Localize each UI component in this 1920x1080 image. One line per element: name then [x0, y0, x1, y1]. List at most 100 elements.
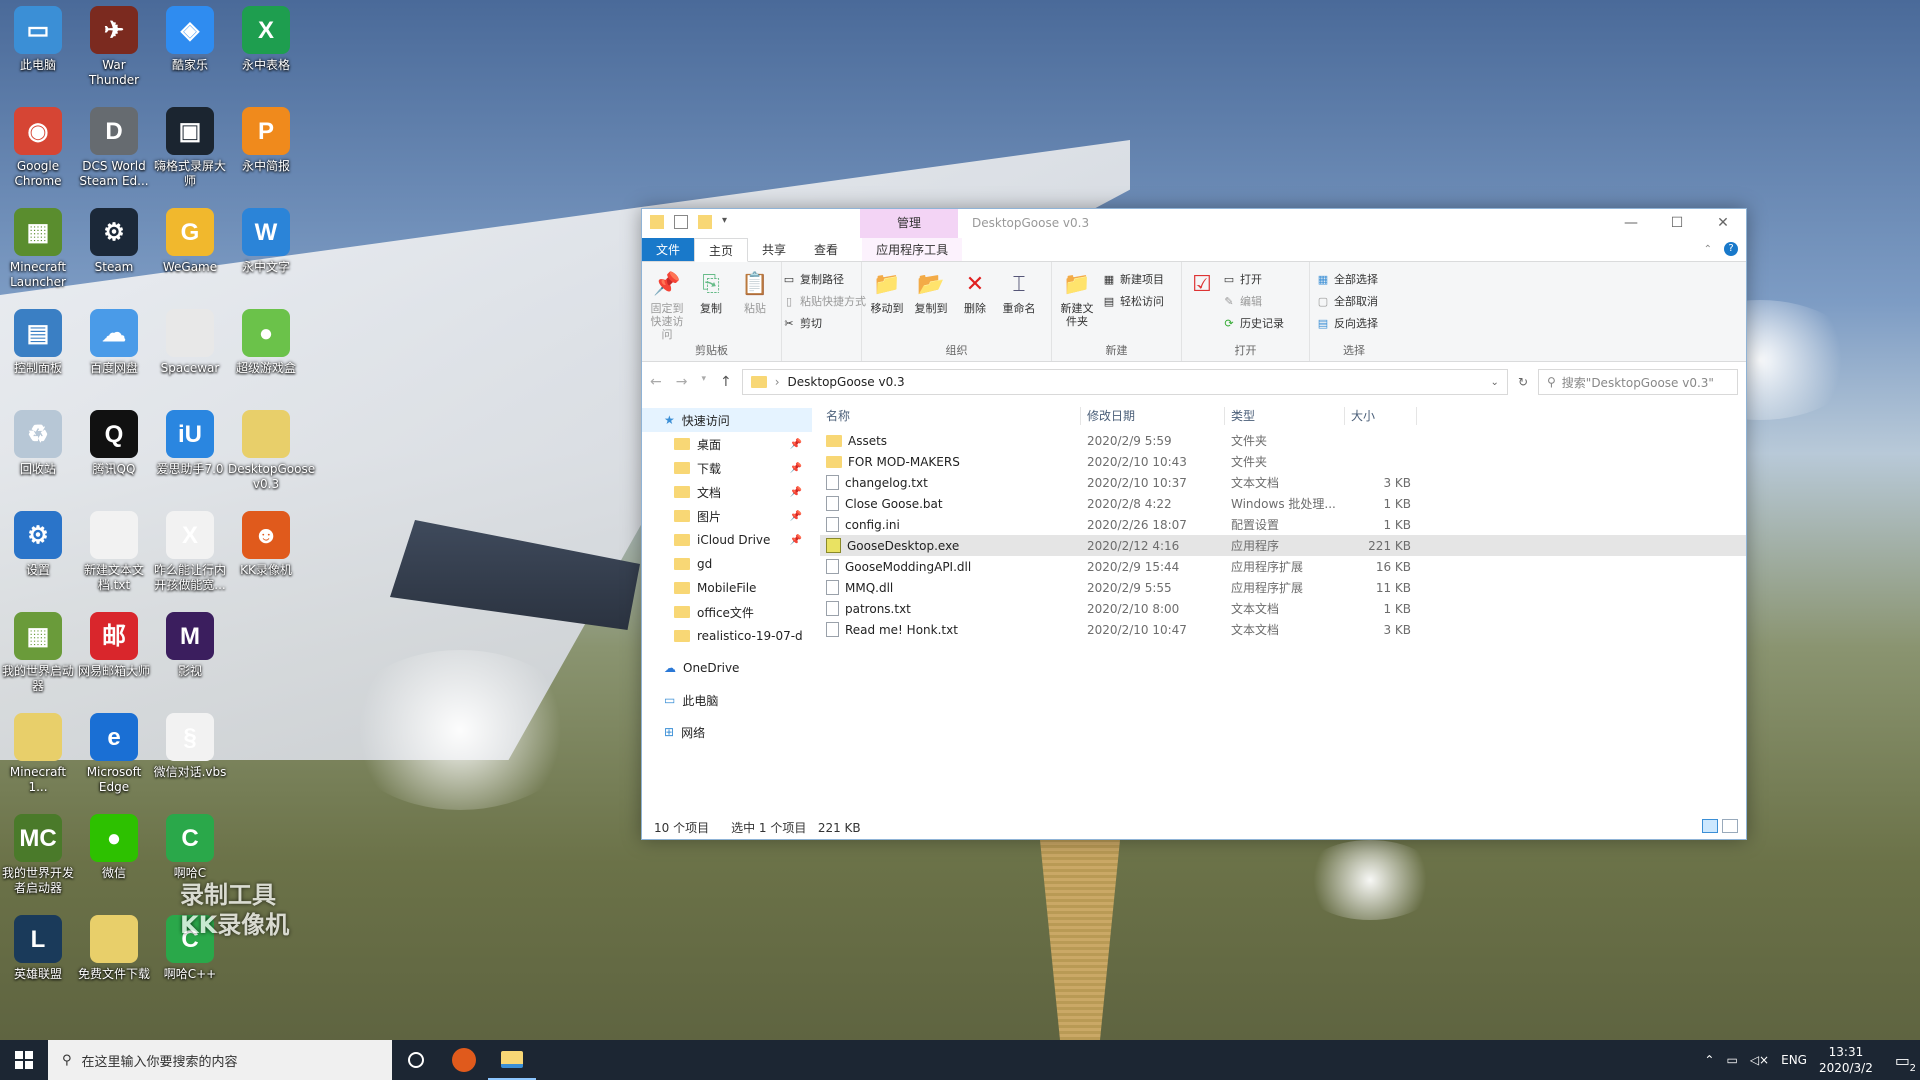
nav-item[interactable]: gd	[642, 552, 812, 576]
taskbar-file-explorer[interactable]	[488, 1040, 536, 1080]
desktop-icon[interactable]: ● 微信	[76, 814, 152, 881]
desktop-icon[interactable]: M 影视	[152, 612, 228, 679]
network-tray-icon[interactable]: ▭	[1726, 1053, 1737, 1067]
desktop-icon[interactable]: Q 腾讯QQ	[76, 410, 152, 477]
up-arrow-icon[interactable]: ↑	[720, 374, 732, 390]
recent-dropdown-icon[interactable]: ▾	[701, 374, 706, 390]
taskbar-search-input[interactable]: ⚲ 在这里输入你要搜索的内容	[48, 1040, 392, 1080]
breadcrumb-chevron-icon[interactable]: ›	[775, 375, 780, 389]
title-bar[interactable]: ▾ 管理 DesktopGoose v0.3 — ☐ ✕	[642, 209, 1746, 238]
breadcrumb-current[interactable]: DesktopGoose v0.3	[788, 375, 905, 389]
close-button[interactable]: ✕	[1700, 209, 1746, 238]
new-item-button[interactable]: ▦ 新建项目	[1102, 270, 1164, 288]
rename-button[interactable]: ⌶ 重命名	[1000, 268, 1038, 343]
nav-onedrive[interactable]: ☁ OneDrive	[642, 656, 812, 680]
explorer-window[interactable]: ▾ 管理 DesktopGoose v0.3 — ☐ ✕ 文件 主页 共享 查看…	[641, 208, 1747, 840]
copy-button[interactable]: ⎘ 复制	[692, 268, 730, 343]
file-row[interactable]: GooseModdingAPI.dll 2020/2/9 15:44 应用程序扩展 1…	[820, 556, 1746, 577]
pin-icon[interactable]: 📌	[790, 487, 802, 498]
move-to-button[interactable]: 📁 移动到	[868, 268, 906, 343]
column-type[interactable]: 类型	[1225, 407, 1345, 425]
tab-view[interactable]: 查看	[800, 238, 852, 261]
desktop-icon[interactable]: 免费文件下载	[76, 915, 152, 982]
pin-icon[interactable]: 📌	[790, 463, 802, 474]
start-button[interactable]	[0, 1040, 48, 1080]
copy-path-button[interactable]: ▭ 复制路径	[782, 270, 866, 288]
desktop-icon[interactable]	[228, 814, 304, 866]
copy-to-button[interactable]: 📂 复制到	[912, 268, 950, 343]
file-row[interactable]: Assets 2020/2/9 5:59 文件夹	[820, 430, 1746, 451]
help-icon[interactable]: ?	[1724, 242, 1738, 256]
desktop-icon[interactable]: Spacewar	[152, 309, 228, 376]
desktop-icon[interactable]: ☁ 百度网盘	[76, 309, 152, 376]
minimize-button[interactable]: —	[1608, 209, 1654, 238]
file-row[interactable]: Read me! Honk.txt 2020/2/10 10:47 文本文档 3 KB	[820, 619, 1746, 640]
tab-share[interactable]: 共享	[748, 238, 800, 261]
back-arrow-icon[interactable]: ←	[650, 374, 662, 390]
taskbar-kk-recorder[interactable]	[440, 1040, 488, 1080]
desktop-icon[interactable]: ◉ Google Chrome	[0, 107, 76, 189]
desktop-icon[interactable]: 新建文本文档.txt	[76, 511, 152, 593]
tab-app-tools[interactable]: 应用程序工具	[862, 238, 963, 261]
nav-item[interactable]: 图片 📌	[642, 504, 812, 528]
customize-dropdown-icon[interactable]: ▾	[722, 215, 736, 229]
nav-item[interactable]: 桌面 📌	[642, 432, 812, 456]
history-button[interactable]: ⟳ 历史记录	[1222, 314, 1284, 332]
properties-icon[interactable]	[674, 215, 688, 229]
nav-item[interactable]: iCloud Drive 📌	[642, 528, 812, 552]
nav-item[interactable]: 下载 📌	[642, 456, 812, 480]
action-center-icon[interactable]: ▭ 2	[1895, 1051, 1916, 1074]
refresh-icon[interactable]: ↻	[1518, 375, 1528, 389]
desktop-icon[interactable]: ⚙ Steam	[76, 208, 152, 275]
desktop-icon[interactable]: D DCS World Steam Ed...	[76, 107, 152, 189]
volume-muted-icon[interactable]: ◁×	[1750, 1053, 1769, 1067]
desktop-icon[interactable]: L 英雄联盟	[0, 915, 76, 982]
file-row[interactable]: GooseDesktop.exe 2020/2/12 4:16 应用程序 221 KB	[820, 535, 1746, 556]
desktop-icon[interactable]: ▣ 嗨格式录屏大师	[152, 107, 228, 189]
file-row[interactable]: FOR MOD-MAKERS 2020/2/10 10:43 文件夹	[820, 451, 1746, 472]
paste-shortcut-button[interactable]: ▯ 粘贴快捷方式	[782, 292, 866, 310]
input-language[interactable]: ENG	[1781, 1053, 1807, 1067]
navigation-pane[interactable]: ★ 快速访问 桌面 📌 下载 📌 文档 📌 图片 📌 iCloud Drive 📌 gd Mobile…	[642, 402, 812, 812]
nav-item[interactable]: 文档 📌	[642, 480, 812, 504]
select-none-button[interactable]: ▢ 全部取消	[1316, 292, 1378, 310]
pin-icon[interactable]: 📌	[790, 439, 802, 450]
column-date[interactable]: 修改日期	[1081, 407, 1225, 425]
task-view-button[interactable]	[392, 1040, 440, 1080]
desktop-icon[interactable]: X 永中表格	[228, 6, 304, 73]
column-size[interactable]: 大小	[1345, 407, 1417, 425]
desktop-icon[interactable]: ☻ KK录像机	[228, 511, 304, 578]
search-input[interactable]: ⚲ 搜索"DesktopGoose v0.3"	[1538, 369, 1738, 395]
cut-button[interactable]: ✂ 剪切	[782, 314, 866, 332]
select-all-button[interactable]: ▦ 全部选择	[1316, 270, 1378, 288]
nav-item[interactable]: office文件	[642, 600, 812, 624]
tab-home[interactable]: 主页	[694, 238, 749, 262]
desktop-icon[interactable]: ▤ 控制面板	[0, 309, 76, 376]
large-icons-view-button[interactable]	[1722, 819, 1738, 833]
desktop-icon[interactable]: ▭ 此电脑	[0, 6, 76, 73]
details-view-button[interactable]	[1702, 819, 1718, 833]
desktop-icon[interactable]: ● 超级游戏盒	[228, 309, 304, 376]
nav-network[interactable]: ⊞ 网络	[642, 720, 812, 744]
desktop-icon[interactable]: P 永中简报	[228, 107, 304, 174]
paste-button[interactable]: 📋 粘贴	[736, 268, 774, 343]
file-row[interactable]: patrons.txt 2020/2/10 8:00 文本文档 1 KB	[820, 598, 1746, 619]
tab-manage[interactable]: 管理	[860, 209, 958, 238]
forward-arrow-icon[interactable]: →	[676, 374, 688, 390]
pin-quick-access-button[interactable]: 📌 固定到快速访问	[648, 268, 686, 343]
file-row[interactable]: MMQ.dll 2020/2/9 5:55 应用程序扩展 11 KB	[820, 577, 1746, 598]
clock[interactable]: 13:31 2020/3/2	[1819, 1044, 1873, 1076]
desktop-icon[interactable]: DesktopGoose v0.3	[228, 410, 315, 492]
desktop-icon[interactable]: W 永中文字	[228, 208, 304, 275]
path-dropdown-icon[interactable]: ⌄	[1491, 377, 1499, 388]
desktop-icon[interactable]: C 啊哈C	[152, 814, 228, 881]
desktop-icon[interactable]: 邮网易邮箱大师	[76, 612, 152, 679]
easy-access-button[interactable]: ▤ 轻松访问	[1102, 292, 1164, 310]
desktop-icon[interactable]	[228, 713, 304, 765]
file-row[interactable]: config.ini 2020/2/26 18:07 配置设置 1 KB	[820, 514, 1746, 535]
desktop-icon[interactable]: ⚙ 设置	[0, 511, 76, 578]
desktop-icon[interactable]: ◈ 酷家乐	[152, 6, 228, 73]
pin-icon[interactable]: 📌	[790, 535, 802, 546]
tab-file[interactable]: 文件	[642, 238, 695, 261]
file-row[interactable]: Close Goose.bat 2020/2/8 4:22 Windows 批处理.…	[820, 493, 1746, 514]
